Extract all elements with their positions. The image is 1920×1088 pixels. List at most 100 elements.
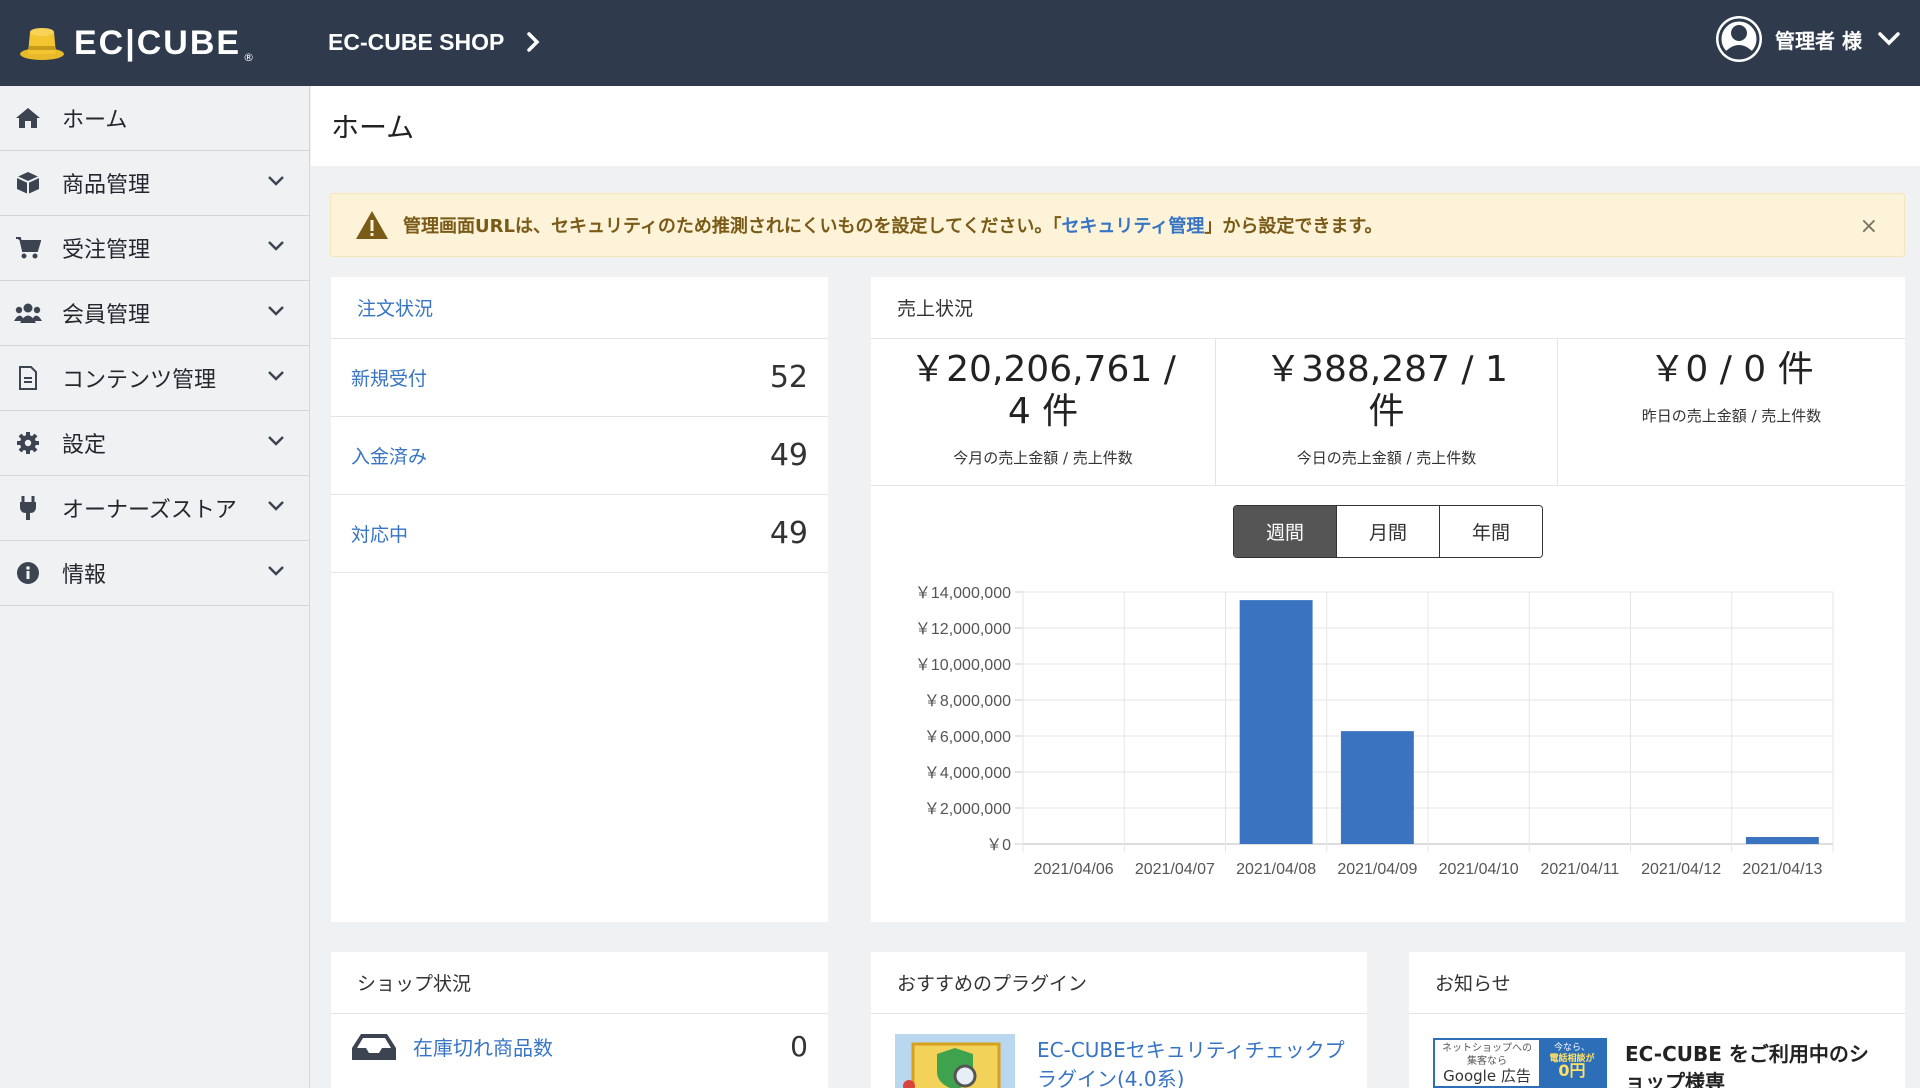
alert-close-button[interactable]: × xyxy=(1860,214,1878,239)
security-alert: 管理画面URLは、セキュリティのため推測されにくいものを設定してください。「セキ… xyxy=(330,193,1905,257)
logo-text: EC|CUBE xyxy=(74,23,242,62)
page-title-bar: ホーム xyxy=(311,86,1920,166)
plugin-title-link[interactable]: EC-CUBEセキュリティチェックプラグイン(4.0系) xyxy=(1037,1036,1347,1088)
sidebar-item-settings[interactable]: 設定 xyxy=(0,411,309,476)
chart-x-tick-label: 2021/04/10 xyxy=(1439,861,1519,878)
order-row-paid[interactable]: 入金済み 49 xyxy=(331,417,828,495)
alert-message: 管理画面URLは、セキュリティのため推測されにくいものを設定してください。「セキ… xyxy=(403,212,1383,238)
chevron-down-icon xyxy=(268,371,284,381)
sidebar-item-products[interactable]: 商品管理 xyxy=(0,151,309,216)
user-name: 管理者 様 xyxy=(1775,28,1862,53)
chart-y-tick-label: ￥12,000,000 xyxy=(915,621,1011,638)
sidebar-item-label: オーナーズストア xyxy=(62,498,237,523)
news-thumb-line3: Google 広告 xyxy=(1443,1067,1531,1085)
sidebar: ホーム 商品管理 受注管理 会員管理 コンテンツ管理 設定 オーナーズストア 情… xyxy=(0,86,310,1088)
order-row-count: 49 xyxy=(769,516,808,551)
file-icon xyxy=(14,366,42,390)
chevron-down-icon xyxy=(268,241,284,251)
sidebar-item-label: 情報 xyxy=(62,563,107,588)
user-menu[interactable]: 管理者 様 xyxy=(1715,14,1900,64)
top-header: EC|CUBE ® EC-CUBE SHOP 管理者 様 xyxy=(0,0,1920,86)
news-thumb-r3: 0円 xyxy=(1558,1061,1586,1080)
order-status-card: 注文状況 新規受付 52 入金済み 49 対応中 49 xyxy=(331,277,828,922)
order-status-title[interactable]: 注文状況 xyxy=(331,277,828,339)
sales-summary-yesterday: ￥0 / 0 件 昨日の売上金額 / 売上件数 xyxy=(1558,339,1905,486)
order-row-new[interactable]: 新規受付 52 xyxy=(331,339,828,417)
sales-summary-label: 昨日の売上金額 / 売上件数 xyxy=(1641,407,1822,425)
sidebar-item-contents[interactable]: コンテンツ管理 xyxy=(0,346,309,411)
sales-summary-label: 今日の売上金額 / 売上件数 xyxy=(1296,449,1477,467)
sales-status-title: 売上状況 xyxy=(871,277,1905,339)
out-of-stock-label: 在庫切れ商品数 xyxy=(413,1036,553,1060)
chart-y-tick-label: ￥8,000,000 xyxy=(924,693,1011,710)
tab-weekly[interactable]: 週間 xyxy=(1234,506,1337,557)
sidebar-item-owners-store[interactable]: オーナーズストア xyxy=(0,476,309,541)
alert-text-after: 」から設定できます。 xyxy=(1204,216,1383,237)
ec-cube-logo[interactable]: EC|CUBE ® xyxy=(18,18,254,68)
security-shield-icon xyxy=(895,1034,1015,1088)
sidebar-item-label: 設定 xyxy=(62,433,107,458)
chevron-down-icon xyxy=(1878,32,1900,46)
plugin-thumbnail[interactable] xyxy=(895,1034,1015,1088)
news-thumb-left: ネットショップへの 集客なら Google 広告 xyxy=(1435,1040,1539,1086)
chart-x-tick-label: 2021/04/06 xyxy=(1034,861,1114,878)
news-thumbnail[interactable]: ネットショップへの 集客なら Google 広告 今なら、 電話相談が 0円 xyxy=(1433,1038,1607,1088)
out-of-stock-count: 0 xyxy=(790,1030,808,1063)
news-thumb-line2: 集客なら xyxy=(1467,1056,1507,1067)
user-avatar-icon xyxy=(1716,16,1763,62)
order-row-label: 新規受付 xyxy=(351,368,428,390)
hat-logo-icon xyxy=(20,28,64,60)
tab-yearly[interactable]: 年間 xyxy=(1440,506,1542,557)
chart-x-tick-label: 2021/04/08 xyxy=(1236,861,1316,878)
chart-y-tick-label: ￥14,000,000 xyxy=(915,585,1011,602)
sidebar-item-label: コンテンツ管理 xyxy=(62,368,217,393)
home-icon xyxy=(14,106,42,130)
security-settings-link[interactable]: セキュリティ管理 xyxy=(1061,216,1204,237)
chart-bar xyxy=(1239,600,1313,844)
news-item-title[interactable]: EC-CUBE をご利用中のショップ様専 xyxy=(1625,1040,1885,1088)
order-row-count: 52 xyxy=(769,360,808,395)
news-thumb-r1: 今なら、 xyxy=(1553,1043,1590,1053)
sidebar-item-members[interactable]: 会員管理 xyxy=(0,281,309,346)
chart-x-tick-label: 2021/04/09 xyxy=(1337,861,1417,878)
users-icon xyxy=(14,301,42,325)
alert-text-before: 管理画面URLは、セキュリティのため推測されにくいものを設定してください。「 xyxy=(403,216,1062,237)
sidebar-item-label: 会員管理 xyxy=(62,303,151,328)
chart-x-tick-label: 2021/04/13 xyxy=(1742,861,1822,878)
chart-y-tick-label: ￥2,000,000 xyxy=(924,801,1011,818)
shop-link[interactable]: EC-CUBE SHOP xyxy=(328,22,540,62)
shop-name: EC-CUBE SHOP xyxy=(328,28,505,55)
period-tabs: 週間 月間 年間 xyxy=(1233,505,1543,558)
sales-summary-value: ￥0 / 0 件 xyxy=(1649,349,1814,390)
box-icon xyxy=(14,171,42,195)
logo-registered-mark: ® xyxy=(243,51,255,64)
chevron-down-icon xyxy=(268,501,284,511)
chart-y-tick-label: ￥4,000,000 xyxy=(924,765,1011,782)
order-row-label: 入金済み xyxy=(351,446,428,468)
chart-y-tick-label: ￥0 xyxy=(986,837,1011,854)
tab-monthly[interactable]: 月間 xyxy=(1337,506,1440,557)
plug-icon xyxy=(14,496,42,520)
chart-x-tick-label: 2021/04/11 xyxy=(1540,861,1619,878)
sales-summary: ￥20,206,761 / 4 件 今月の売上金額 / 売上件数 ￥388,28… xyxy=(871,339,1905,486)
order-row-in-progress[interactable]: 対応中 49 xyxy=(331,495,828,573)
chevron-down-icon xyxy=(268,306,284,316)
inbox-tray-icon xyxy=(352,1033,396,1060)
sidebar-item-info[interactable]: 情報 xyxy=(0,541,309,606)
cart-icon xyxy=(14,236,42,260)
sidebar-item-label: 受注管理 xyxy=(62,238,151,263)
sales-summary-today: ￥388,287 / 1 件 今日の売上金額 / 売上件数 xyxy=(1216,339,1558,486)
sales-summary-value: ￥388,287 / 1 件 xyxy=(1265,349,1508,432)
order-row-label: 対応中 xyxy=(351,524,409,546)
warning-icon xyxy=(356,211,388,239)
chart-x-tick-label: 2021/04/07 xyxy=(1135,861,1215,878)
chevron-down-icon xyxy=(268,436,284,446)
recommended-plugins-title: おすすめのプラグイン xyxy=(871,952,1367,1014)
sales-summary-value: ￥20,206,761 / 4 件 xyxy=(910,349,1176,432)
sidebar-item-home[interactable]: ホーム xyxy=(0,86,309,151)
out-of-stock-row[interactable]: 在庫切れ商品数 0 xyxy=(351,1030,808,1063)
sidebar-item-orders[interactable]: 受注管理 xyxy=(0,216,309,281)
sidebar-item-label: ホーム xyxy=(62,108,128,133)
chevron-down-icon xyxy=(268,566,284,576)
chevron-right-icon xyxy=(527,32,540,52)
